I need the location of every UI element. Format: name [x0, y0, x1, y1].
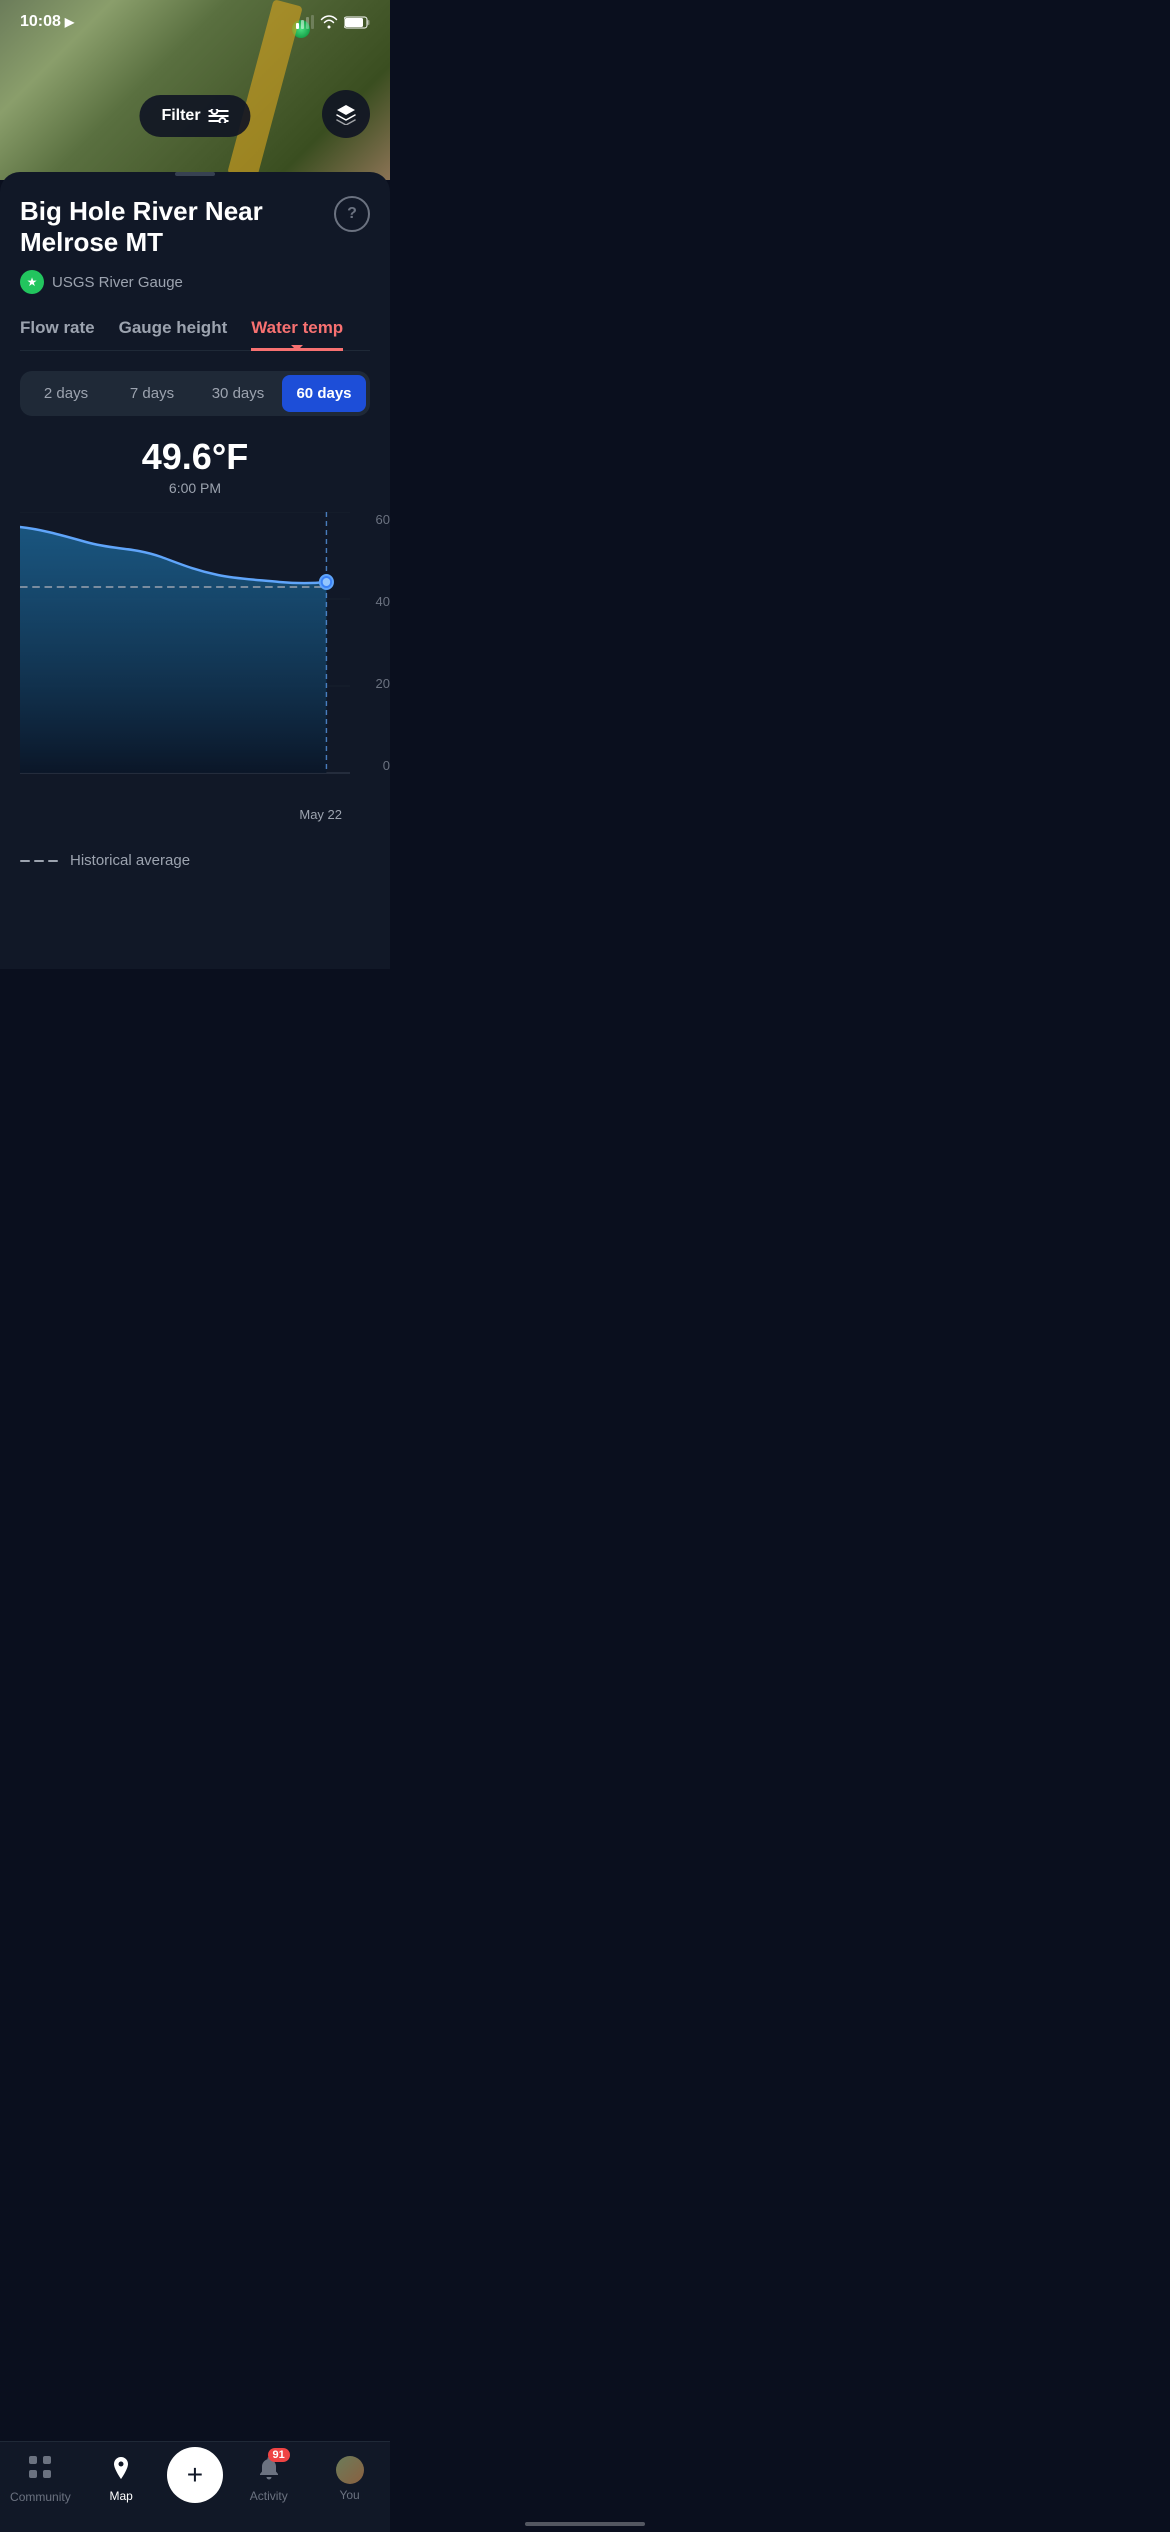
time-btn-30days[interactable]: 30 days — [196, 375, 280, 412]
dash-seg-1 — [20, 860, 30, 862]
nav-activity-label: Activity — [250, 2489, 288, 2503]
help-icon: ? — [347, 205, 357, 223]
usgs-icon: ★ — [20, 270, 44, 294]
activity-badge-count: 91 — [268, 2448, 290, 2462]
y-label-40: 40 — [376, 594, 390, 609]
status-time: 10:08 ▶ — [20, 13, 74, 31]
x-axis: May 22 — [299, 807, 350, 822]
reading-time: 6:00 PM — [20, 480, 370, 496]
chart-legend: Historical average — [0, 832, 390, 869]
y-label-20: 20 — [376, 676, 390, 691]
legend-dash-indicator — [20, 860, 58, 862]
tab-gauge-height[interactable]: Gauge height — [119, 318, 228, 351]
tab-flow-rate[interactable]: Flow rate — [20, 318, 95, 351]
filter-icon — [209, 109, 229, 123]
station-header: Big Hole River Near Melrose MT ? — [20, 196, 370, 258]
layers-button[interactable] — [322, 90, 370, 138]
y-axis: 60 40 20 0 — [376, 512, 390, 773]
legend-label: Historical average — [70, 852, 190, 869]
filter-label: Filter — [161, 107, 200, 125]
time-btn-7days[interactable]: 7 days — [110, 375, 194, 412]
station-badge: ★ USGS River Gauge — [20, 270, 370, 294]
user-avatar — [336, 2456, 364, 2484]
add-icon: + — [187, 2461, 203, 2489]
bottom-sheet: Big Hole River Near Melrose MT ? ★ USGS … — [0, 172, 390, 969]
nav-community-label: Community — [10, 2490, 71, 2504]
dash-seg-3 — [48, 860, 58, 862]
tab-water-temp[interactable]: Water temp — [251, 318, 343, 351]
signal-icon — [296, 15, 314, 29]
chart-wrapper: 60 40 20 0 May 22 — [0, 512, 390, 832]
y-label-60: 60 — [376, 512, 390, 527]
notification-container: 91 — [258, 2456, 280, 2485]
nav-you-label: You — [339, 2488, 359, 2502]
y-label-0: 0 — [376, 758, 390, 773]
layers-icon — [335, 103, 357, 125]
star-icon: ★ — [27, 275, 38, 289]
time-display: 10:08 — [20, 13, 61, 31]
time-btn-2days[interactable]: 2 days — [24, 375, 108, 412]
reading-value: 49.6°F — [20, 436, 370, 478]
bottom-nav: Community Map + 91 Activity — [0, 2441, 390, 2532]
sheet-content: Big Hole River Near Melrose MT ? ★ USGS … — [0, 176, 390, 496]
time-range-selector: 2 days 7 days 30 days 60 days — [20, 371, 370, 416]
location-icon: ▶ — [65, 15, 74, 29]
community-icon — [27, 2454, 53, 2486]
filter-button[interactable]: Filter — [139, 95, 250, 137]
home-indicator — [525, 2522, 645, 2526]
map-icon — [110, 2456, 132, 2485]
data-tabs: Flow rate Gauge height Water temp — [20, 318, 370, 351]
badge-label: USGS River Gauge — [52, 274, 183, 291]
nav-community[interactable]: Community — [5, 2454, 75, 2504]
bell-icon — [258, 2470, 280, 2485]
temperature-chart — [20, 512, 350, 802]
wifi-icon — [320, 15, 338, 29]
current-reading: 49.6°F 6:00 PM — [20, 436, 370, 496]
nav-add-button[interactable]: + — [167, 2447, 223, 2503]
dash-seg-2 — [34, 860, 44, 862]
x-label-may22: May 22 — [299, 807, 342, 822]
station-title: Big Hole River Near Melrose MT — [20, 196, 322, 258]
nav-map-label: Map — [110, 2489, 133, 2503]
status-bar: 10:08 ▶ — [0, 0, 390, 44]
nav-map[interactable]: Map — [86, 2456, 156, 2503]
status-icons — [296, 15, 370, 29]
nav-activity[interactable]: 91 Activity — [234, 2456, 304, 2503]
time-btn-60days[interactable]: 60 days — [282, 375, 366, 412]
nav-you[interactable]: You — [315, 2456, 385, 2502]
help-button[interactable]: ? — [334, 196, 370, 232]
battery-icon — [344, 16, 370, 29]
